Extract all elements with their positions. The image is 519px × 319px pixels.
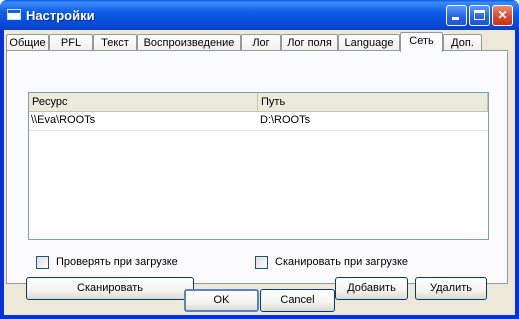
title-bar[interactable]: Настройки ✕	[0, 0, 519, 30]
check-on-load-checkbox[interactable]	[36, 256, 49, 269]
tab-field-log[interactable]: Лог поля	[281, 34, 338, 51]
tab-language[interactable]: Language	[338, 34, 400, 51]
tab-pfl[interactable]: PFL	[49, 34, 93, 51]
tab-text[interactable]: Текст	[93, 34, 137, 51]
table-header: Ресурс Путь	[29, 93, 488, 112]
tab-strip: Общие PFL Текст Воспроизведение Лог Лог …	[4, 32, 515, 52]
column-header-resource[interactable]: Ресурс	[29, 93, 258, 111]
window-icon	[7, 9, 21, 20]
tab-extra[interactable]: Доп.	[443, 34, 482, 51]
tab-general[interactable]: Общие	[6, 34, 49, 51]
scan-on-load-checkbox[interactable]	[255, 256, 268, 269]
scan-on-load-label: Сканировать при загрузке	[275, 256, 409, 268]
check-on-load-option[interactable]: Проверять при загрузке	[36, 256, 206, 270]
resource-table[interactable]: Ресурс Путь \\Eva\ROOTs D:\ROOTs	[28, 92, 489, 240]
check-on-load-label: Проверять при загрузке	[56, 256, 178, 268]
cell-resource: \\Eva\ROOTs	[31, 114, 96, 126]
scan-button[interactable]: Сканировать	[26, 277, 194, 300]
tab-network[interactable]: Сеть	[400, 32, 443, 52]
minimize-button[interactable]	[446, 5, 467, 26]
cell-path: D:\ROOTs	[260, 114, 311, 126]
scan-on-load-option[interactable]: Сканировать при загрузке	[255, 256, 435, 270]
tab-playback[interactable]: Воспроизведение	[137, 34, 241, 51]
network-tab-panel: Ресурс Путь \\Eva\ROOTs D:\ROOTs Проверя…	[6, 50, 508, 300]
add-button[interactable]: Добавить	[335, 277, 408, 300]
window-title: Настройки	[26, 8, 95, 23]
settings-window: Настройки ✕ Общие PFL Текст Воспроизведе…	[0, 0, 519, 319]
tab-log[interactable]: Лог	[241, 34, 281, 51]
cancel-button[interactable]: Cancel	[260, 289, 335, 312]
close-button[interactable]: ✕	[492, 5, 513, 26]
table-row[interactable]: \\Eva\ROOTs D:\ROOTs	[29, 112, 488, 131]
column-header-path[interactable]: Путь	[258, 93, 488, 111]
ok-button[interactable]: OK	[184, 289, 259, 312]
maximize-button[interactable]	[469, 5, 490, 26]
delete-button[interactable]: Удалить	[415, 277, 487, 300]
dialog-client-area: Общие PFL Текст Воспроизведение Лог Лог …	[4, 30, 515, 315]
